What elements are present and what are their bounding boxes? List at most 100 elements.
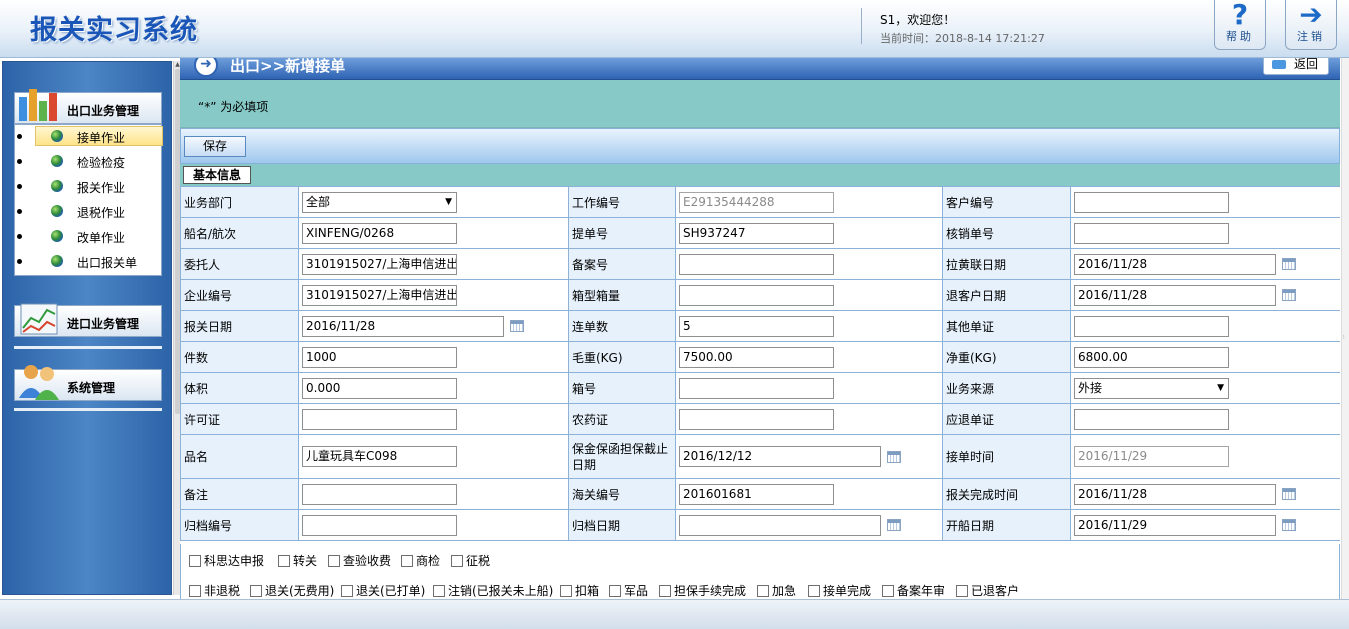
checkbox-box[interactable] [328,555,340,567]
company-no-input[interactable]: 3101915027/上海申信进出 [302,284,457,306]
bl-no-input[interactable]: SH937247 [679,222,834,244]
checkbox-box[interactable] [189,585,201,597]
checkbox-inspection-fee[interactable]: 查验收费 [328,552,391,569]
checkbox-annual-review[interactable]: 备案年审 [882,582,945,599]
sidebar-item-export-declaration[interactable]: 出口报关单 [15,250,163,272]
checkbox-cancel[interactable]: 注销(已报关未上船) [433,582,553,599]
checkbox-box[interactable] [278,555,290,567]
net-weight-input[interactable]: 6800.00 [1074,346,1229,368]
checkbox-box[interactable] [250,585,262,597]
menu-export[interactable]: 出口业务管理 [14,89,162,124]
sidebar-item-amend[interactable]: 改单作业 [15,225,163,247]
checkbox-box[interactable] [189,555,201,567]
volume-input[interactable]: 0.000 [302,377,457,399]
checkbox-kesida[interactable]: 科思达申报 [189,552,264,569]
logout-button[interactable]: ➔ 注销 [1285,0,1337,50]
tab-basic-info[interactable]: 基本信息 [183,166,251,184]
checkbox-box[interactable] [609,585,621,597]
checkbox-box[interactable] [808,585,820,597]
calendar-icon[interactable] [887,450,901,463]
sidebar-item-tax-refund[interactable]: 退税作业 [15,200,163,222]
back-button[interactable]: 返回 [1263,58,1329,75]
declare-date-input[interactable]: 2016/11/28 [302,315,504,337]
checkbox-box[interactable] [401,555,413,567]
sidebar-item-accept-order[interactable]: 接单作业 [15,125,163,147]
guarantee-date-input[interactable]: 2016/12/12 [679,446,881,467]
save-button[interactable]: 保存 [184,136,246,157]
yellow-date-input[interactable]: 2016/11/28 [1074,253,1276,275]
scroll-grip-icon[interactable]: ⫶ [1343,335,1349,341]
menu-import[interactable]: 进口业务管理 [14,303,162,337]
container-no-input[interactable] [679,377,834,399]
checkbox-commodity-inspection[interactable]: 商检 [401,552,440,569]
remark-input[interactable] [302,483,457,505]
calendar-icon[interactable] [1282,258,1296,270]
label-accept-time: 接单时间 [942,434,1071,479]
product-input[interactable]: 儿童玩具车C098 [302,446,457,467]
bullet [17,184,22,189]
sidebar-item-declaration[interactable]: 报关作业 [15,175,163,197]
required-note: “*” 为必填项 [198,100,269,114]
calendar-icon[interactable] [887,519,901,531]
checkbox-box[interactable] [659,585,671,597]
license-input[interactable] [302,408,457,430]
left-scrollbar[interactable]: ▲ [173,61,180,595]
help-button[interactable]: ? 帮助 [1214,0,1266,50]
work-no-input[interactable]: E29135444288 [679,191,834,213]
bill-count-input[interactable]: 5 [679,315,834,337]
calendar-icon[interactable] [1282,519,1296,531]
customer-no-input[interactable] [1074,191,1229,213]
checkbox-non-refund[interactable]: 非退税 [189,582,240,599]
checkbox-label: 扣箱 [575,584,600,598]
vessel-input[interactable]: XINFENG/0268 [302,222,457,244]
checkbox-transfer[interactable]: 转关 [278,552,317,569]
container-type-input[interactable] [679,284,834,306]
checkbox-box[interactable] [956,585,968,597]
checkbox-returned-customer[interactable]: 已退客户 [956,582,1019,599]
pieces-input[interactable]: 1000 [302,346,457,368]
calendar-icon[interactable] [1282,289,1296,301]
checkbox-box[interactable] [757,585,769,597]
gross-weight-input[interactable]: 7500.00 [679,346,834,368]
checkbox-box[interactable] [560,585,572,597]
label-refund-doc: 应退单证 [942,403,1071,435]
pesticide-input[interactable] [679,408,834,430]
checkbox-return-printed[interactable]: 退关(已打单) [341,582,425,599]
record-no-input[interactable] [679,253,834,275]
customs-no-input[interactable]: 201601681 [679,483,834,505]
checkbox-box[interactable] [341,585,353,597]
archive-no-input[interactable] [302,514,457,536]
checkbox-label: 商检 [416,554,441,568]
globe-icon [51,255,63,267]
order-form: 业务部门 全部 ▼ 工作编号 E29135444288 客户编号 船名/航次 XI… [180,186,1340,541]
declare-done-time-input[interactable]: 2016/11/28 [1074,483,1276,505]
checkbox-tax[interactable]: 征税 [451,552,490,569]
sidebar-item-inspection[interactable]: 检验检疫 [15,150,163,172]
accept-time-input[interactable]: 2016/11/29 [1074,446,1229,467]
refund-doc-input[interactable] [1074,408,1229,430]
other-doc-input[interactable] [1074,315,1229,337]
dept-select[interactable]: 全部 ▼ [302,191,457,213]
archive-date-input[interactable] [679,514,881,536]
source-value: 外接 [1078,380,1103,395]
checkbox-return-no-fee[interactable]: 退关(无费用) [250,582,334,599]
checkbox-urgent[interactable]: 加急 [757,582,796,599]
toolbar: 保存 [180,128,1340,164]
right-scrollbar[interactable]: ⫶ [1341,58,1349,599]
calendar-icon[interactable] [1282,488,1296,500]
calendar-icon[interactable] [510,320,524,332]
menu-system[interactable]: 系统管理 [14,365,162,401]
checkbox-guarantee-done[interactable]: 担保手续完成 [659,582,746,599]
checkbox-hold-container[interactable]: 扣箱 [560,582,599,599]
return-customer-date-input[interactable]: 2016/11/28 [1074,284,1276,306]
checkbox-box[interactable] [451,555,463,567]
checkbox-box[interactable] [433,585,445,597]
checkbox-box[interactable] [882,585,894,597]
source-select[interactable]: 外接 ▼ [1074,377,1229,399]
checkbox-military[interactable]: 军品 [609,582,648,599]
sail-date-input[interactable]: 2016/11/29 [1074,514,1276,536]
verify-no-input[interactable] [1074,222,1229,244]
checkbox-order-done[interactable]: 接单完成 [808,582,871,599]
globe-icon [51,155,63,167]
consignor-input[interactable]: 3101915027/上海申信进出 [302,253,457,275]
